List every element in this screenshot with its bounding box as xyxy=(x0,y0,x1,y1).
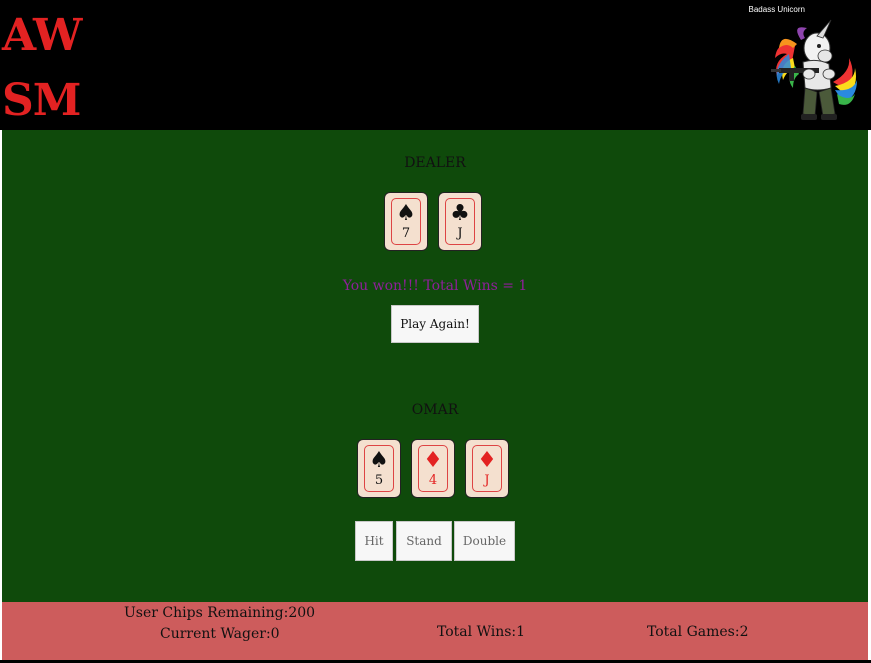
dealer-card: ♠ 7 xyxy=(384,192,428,251)
card-rank: 4 xyxy=(428,473,438,488)
player-label: OMAR xyxy=(411,402,459,418)
blackjack-page: AW SM Badass Unicorn DEALER ♠ 7 ♣ J You … xyxy=(0,0,871,663)
result-message: You won!!! Total Wins = 1 xyxy=(342,278,528,294)
club-icon: ♣ xyxy=(450,201,470,226)
card-rank: J xyxy=(484,473,490,488)
game-table: DEALER ♠ 7 ♣ J You won!!! Total Wins = 1… xyxy=(2,130,868,602)
diamond-icon: ♦ xyxy=(423,448,443,473)
card-rank: 5 xyxy=(374,473,384,488)
header-bar: AW SM Badass Unicorn xyxy=(0,0,871,130)
total-wins: Total Wins:1 xyxy=(437,624,526,640)
player-card: ♠ 5 xyxy=(357,439,401,498)
hit-button[interactable]: Hit xyxy=(355,521,393,561)
double-button[interactable]: Double xyxy=(454,521,515,561)
logo-line-1: AW xyxy=(2,10,82,61)
player-card: ♦ J xyxy=(465,439,509,498)
current-wager: Current Wager:0 xyxy=(160,626,280,642)
logo-line-2: SM xyxy=(2,75,81,126)
diamond-icon: ♦ xyxy=(477,448,497,473)
dealer-label: DEALER xyxy=(404,155,466,171)
play-again-button[interactable]: Play Again! xyxy=(391,305,479,343)
spade-icon: ♠ xyxy=(396,201,416,226)
mascot-caption: Badass Unicorn xyxy=(748,5,805,14)
player-card: ♦ 4 xyxy=(411,439,455,498)
chips-remaining: User Chips Remaining:200 xyxy=(124,605,316,621)
unicorn-mascot-image xyxy=(771,19,857,120)
stats-footer: User Chips Remaining:200 Current Wager:0… xyxy=(2,602,868,660)
dealer-card: ♣ J xyxy=(438,192,482,251)
stand-button[interactable]: Stand xyxy=(396,521,452,561)
card-rank: J xyxy=(457,226,463,241)
card-rank: 7 xyxy=(401,226,411,241)
spade-icon: ♠ xyxy=(369,448,389,473)
total-games: Total Games:2 xyxy=(647,624,749,640)
